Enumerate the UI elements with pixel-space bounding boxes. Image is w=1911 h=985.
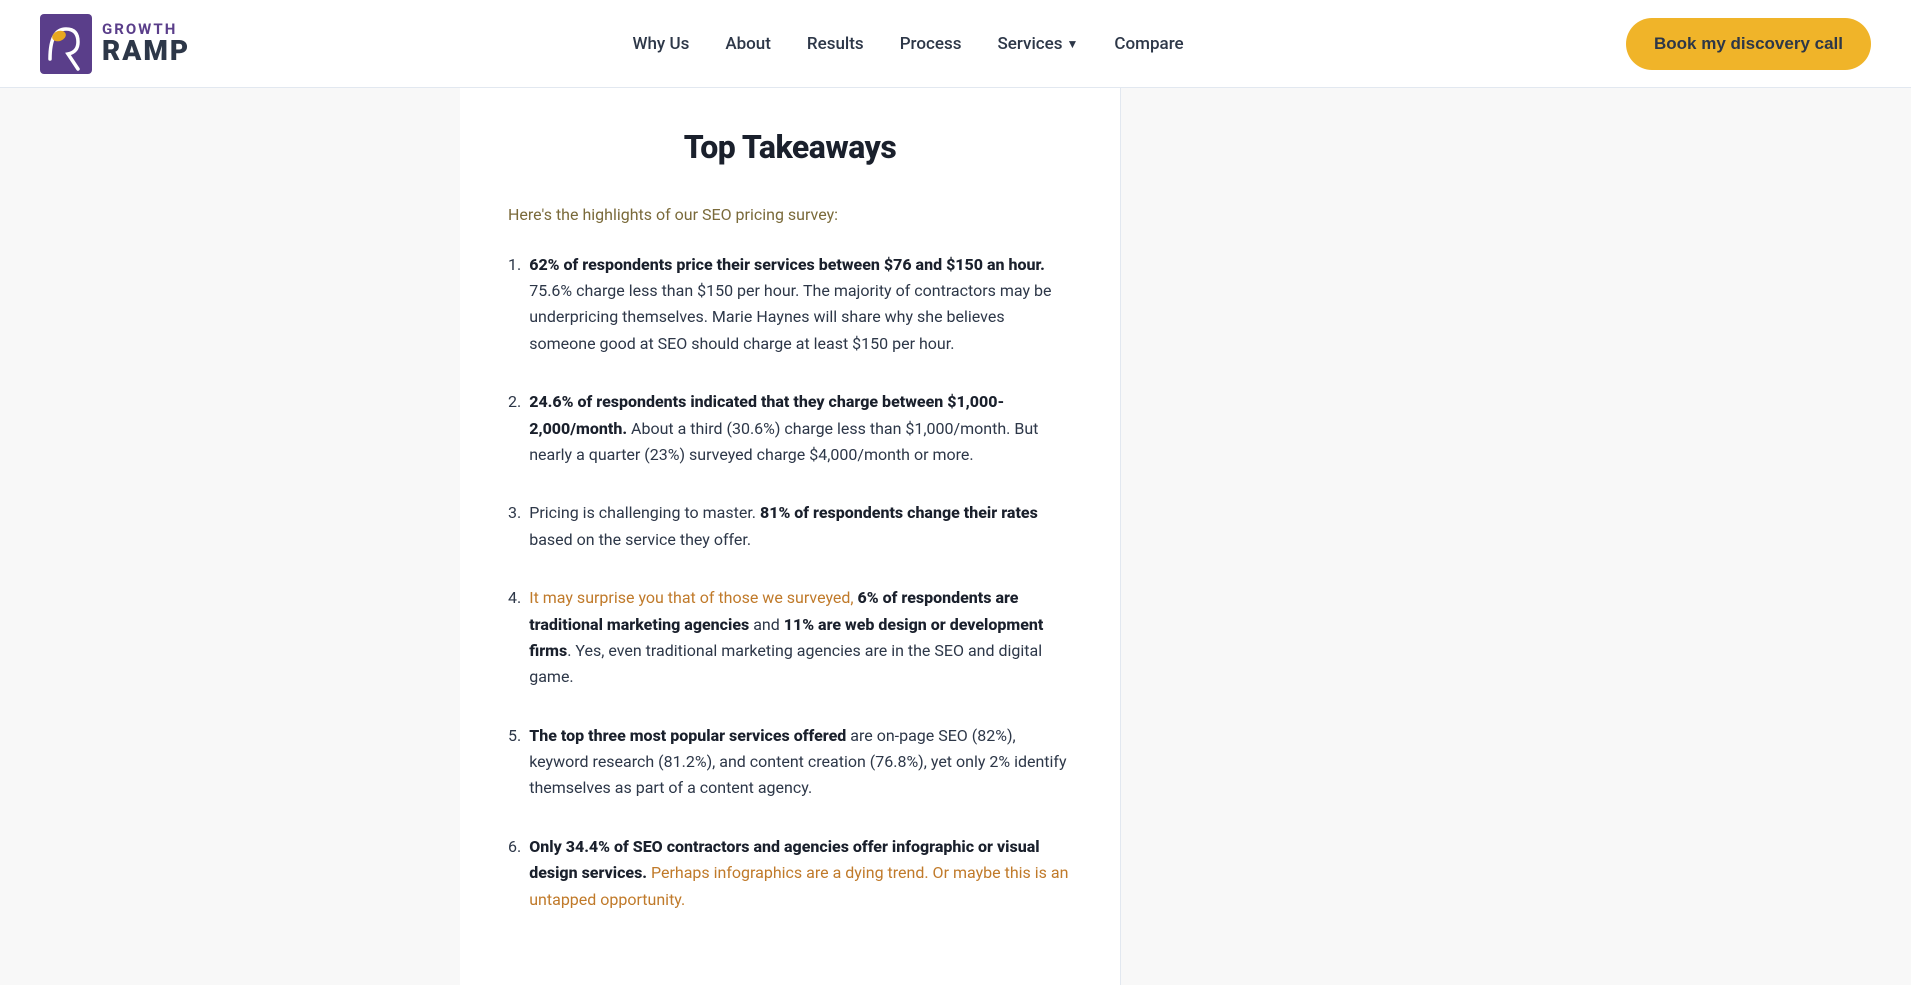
nav-item-compare[interactable]: Compare xyxy=(1114,34,1183,54)
item-bold-1: 62% of respondents price their services … xyxy=(529,255,1045,274)
nav-item-services[interactable]: Services ▼ xyxy=(997,34,1078,54)
nav-item-about[interactable]: About xyxy=(725,34,771,54)
list-item: The top three most popular services offe… xyxy=(508,723,1072,802)
nav-link-services[interactable]: Services xyxy=(997,34,1062,54)
logo-link[interactable]: GROWTH RAMP xyxy=(40,14,190,74)
nav-item-results[interactable]: Results xyxy=(807,34,864,54)
item-body-6: Only 34.4% of SEO contractors and agenci… xyxy=(529,834,1072,913)
list-item: 62% of respondents price their services … xyxy=(508,252,1072,358)
right-sidebar xyxy=(1120,88,1911,985)
nav-link-compare[interactable]: Compare xyxy=(1114,34,1183,54)
nav-link-results[interactable]: Results xyxy=(807,34,864,54)
page-wrapper: Top Takeaways Here's the highlights of o… xyxy=(0,88,1911,985)
item-prefix-orange-4: It may surprise you that of those we sur… xyxy=(529,588,857,607)
list-item: 24.6% of respondents indicated that they… xyxy=(508,389,1072,468)
item-body-2: 24.6% of respondents indicated that they… xyxy=(529,389,1072,468)
main-content: Top Takeaways Here's the highlights of o… xyxy=(460,88,1120,985)
item-body-5: The top three most popular services offe… xyxy=(529,723,1072,802)
logo-text: GROWTH RAMP xyxy=(102,22,190,65)
nav-link-why-us[interactable]: Why Us xyxy=(632,34,689,54)
takeaways-list: 62% of respondents price their services … xyxy=(508,252,1072,913)
logo-ramp-text: RAMP xyxy=(102,37,190,65)
item-bold-3: 81% of respondents change their rates xyxy=(760,503,1038,522)
article-title: Top Takeaways xyxy=(508,128,1072,166)
cta-button[interactable]: Book my discovery call xyxy=(1626,18,1871,70)
list-item: It may surprise you that of those we sur… xyxy=(508,585,1072,691)
item-rest-1: 75.6% charge less than $150 per hour. Th… xyxy=(529,281,1051,353)
item-body-1: 62% of respondents price their services … xyxy=(529,252,1072,358)
navbar: GROWTH RAMP Why Us About Results Process… xyxy=(0,0,1911,88)
item-body-3: Pricing is challenging to master. 81% of… xyxy=(529,500,1072,553)
nav-item-why-us[interactable]: Why Us xyxy=(632,34,689,54)
list-item: Pricing is challenging to master. 81% of… xyxy=(508,500,1072,553)
item-body-4: It may surprise you that of those we sur… xyxy=(529,585,1072,691)
article-intro: Here's the highlights of our SEO pricing… xyxy=(508,202,1072,228)
nav-item-process[interactable]: Process xyxy=(900,34,962,54)
nav-link-process[interactable]: Process xyxy=(900,34,962,54)
logo-icon xyxy=(40,14,92,74)
left-sidebar xyxy=(0,88,460,985)
chevron-down-icon: ▼ xyxy=(1067,37,1079,51)
item-mid-4: and xyxy=(749,615,784,634)
item-rest-3: based on the service they offer. xyxy=(529,530,751,549)
item-rest-4: . Yes, even traditional marketing agenci… xyxy=(529,641,1042,686)
nav-link-about[interactable]: About xyxy=(725,34,771,54)
item-bold-5: The top three most popular services offe… xyxy=(529,726,846,745)
nav-links: Why Us About Results Process Services ▼ … xyxy=(632,34,1183,54)
list-item: Only 34.4% of SEO contractors and agenci… xyxy=(508,834,1072,913)
item-prefix-3: Pricing is challenging to master. xyxy=(529,503,760,522)
